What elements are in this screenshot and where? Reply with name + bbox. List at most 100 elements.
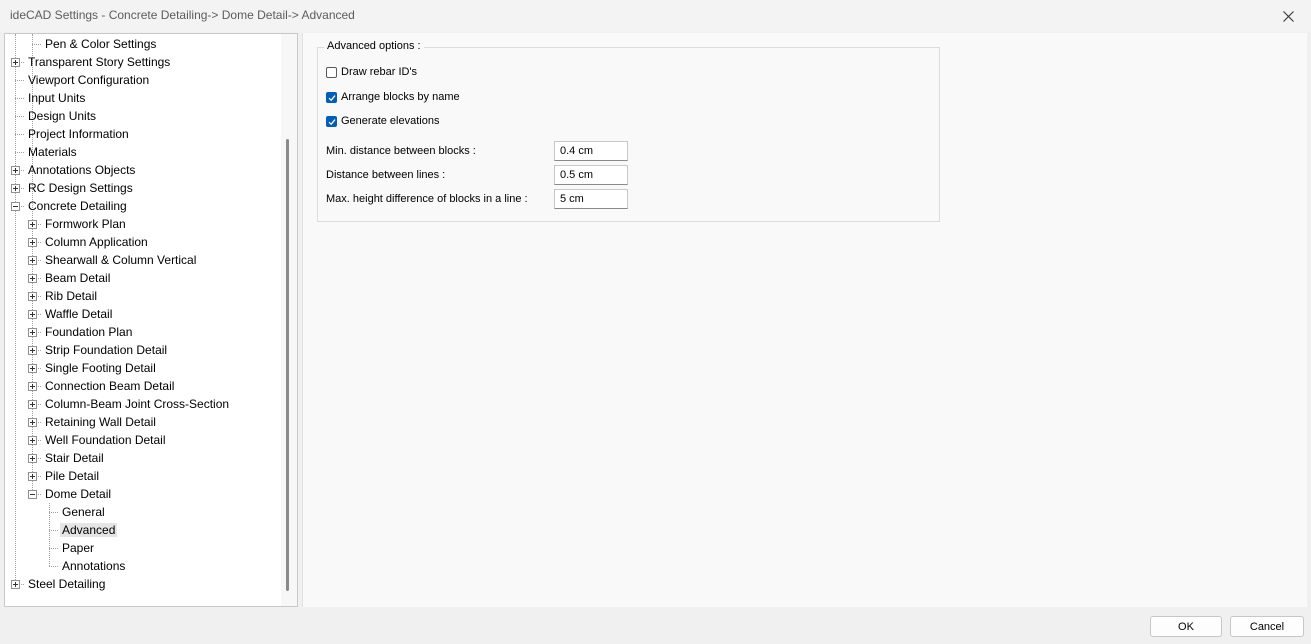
min-distance-input[interactable] — [554, 141, 628, 161]
tree-item[interactable]: Strip Foundation Detail — [43, 341, 169, 359]
generate-elevations-label: Generate elevations — [341, 115, 440, 127]
tree-expand-icon[interactable] — [28, 346, 37, 355]
tree-expand-icon[interactable] — [28, 472, 37, 481]
tree-item[interactable]: Advanced — [60, 521, 118, 539]
tree-item-label: Column Application — [45, 235, 148, 249]
tree-item-label: Rib Detail — [45, 289, 98, 303]
tree-item-label: Design Units — [28, 109, 97, 123]
tree-expand-icon[interactable] — [28, 238, 37, 247]
tree-item-label: Stair Detail — [45, 451, 104, 465]
tree-item-label: Strip Foundation Detail — [45, 343, 168, 357]
tree-item[interactable]: Design Units — [26, 107, 98, 125]
tree-item[interactable]: Dome Detail — [43, 485, 113, 503]
tree-item-label: Annotations — [62, 559, 126, 573]
draw-rebar-ids-label: Draw rebar ID's — [341, 66, 418, 78]
advanced-options-title: Advanced options : — [324, 40, 424, 52]
generate-elevations-checkbox-row[interactable]: Generate elevations — [326, 113, 439, 129]
tree-expand-icon[interactable] — [28, 400, 37, 409]
tree-item[interactable]: Connection Beam Detail — [43, 377, 176, 395]
tree-item[interactable]: Steel Detailing — [26, 575, 107, 593]
tree-item[interactable]: Column-Beam Joint Cross-Section — [43, 395, 231, 413]
tree-item[interactable]: Materials — [26, 143, 79, 161]
tree-item[interactable]: Stair Detail — [43, 449, 106, 467]
tree-expand-icon[interactable] — [28, 364, 37, 373]
close-icon — [1282, 10, 1294, 22]
tree-expand-icon[interactable] — [28, 292, 37, 301]
tree-expand-icon[interactable] — [11, 58, 20, 67]
max-height-diff-label: Max. height difference of blocks in a li… — [326, 193, 528, 205]
tree-item[interactable]: Annotations — [60, 557, 127, 575]
tree-item[interactable]: Transparent Story Settings — [26, 53, 172, 71]
tree-item[interactable]: Shearwall & Column Vertical — [43, 251, 198, 269]
ok-button[interactable]: OK — [1150, 616, 1222, 637]
tree-item[interactable]: Rib Detail — [43, 287, 99, 305]
tree-item[interactable]: Viewport Configuration — [26, 71, 151, 89]
tree-item-label: Connection Beam Detail — [45, 379, 175, 393]
tree-expand-icon[interactable] — [28, 328, 37, 337]
tree-item[interactable]: Project Information — [26, 125, 131, 143]
tree-item[interactable]: Single Footing Detail — [43, 359, 158, 377]
tree-item-label: Column-Beam Joint Cross-Section — [45, 397, 230, 411]
min-distance-label: Min. distance between blocks : — [326, 145, 476, 157]
tree-expand-icon[interactable] — [11, 580, 20, 589]
tree-item-label: Viewport Configuration — [28, 73, 150, 87]
distance-lines-label: Distance between lines : — [326, 169, 446, 181]
tree-item[interactable]: General — [60, 503, 107, 521]
tree-item[interactable]: Well Foundation Detail — [43, 431, 168, 449]
tree-item[interactable]: Input Units — [26, 89, 87, 107]
tree-expand-icon[interactable] — [28, 454, 37, 463]
tree-expand-icon[interactable] — [28, 418, 37, 427]
cancel-button[interactable]: Cancel — [1230, 616, 1304, 637]
window-title: ideCAD Settings - Concrete Detailing-> D… — [10, 8, 355, 22]
tree-expand-icon[interactable] — [11, 184, 20, 193]
advanced-options-group: Advanced options : Draw rebar ID's Arran… — [317, 40, 940, 222]
arrange-blocks-checkbox[interactable] — [326, 91, 337, 103]
tree-expand-icon[interactable] — [28, 256, 37, 265]
tree-item-label: Well Foundation Detail — [45, 433, 166, 447]
tree-item-label: Beam Detail — [45, 271, 111, 285]
arrange-blocks-checkbox-row[interactable]: Arrange blocks by name — [326, 89, 460, 105]
tree-item[interactable]: Concrete Detailing — [26, 197, 129, 215]
tree-expand-icon[interactable] — [28, 220, 37, 229]
tree-item[interactable]: RC Design Settings — [26, 179, 135, 197]
tree-item[interactable]: Beam Detail — [43, 269, 112, 287]
tree-expand-icon[interactable] — [28, 310, 37, 319]
tree-scrollbar[interactable] — [281, 34, 297, 606]
close-button[interactable] — [1265, 0, 1311, 32]
tree-item[interactable]: Pile Detail — [43, 467, 101, 485]
tree-expand-icon[interactable] — [28, 274, 37, 283]
tree-expand-icon[interactable] — [28, 436, 37, 445]
distance-lines-input[interactable] — [554, 165, 628, 185]
max-height-diff-input[interactable] — [554, 189, 628, 209]
tree-item-label: RC Design Settings — [28, 181, 133, 195]
settings-content: Advanced options : Draw rebar ID's Arran… — [302, 33, 1307, 607]
tree-item-label: Single Footing Detail — [45, 361, 156, 375]
generate-elevations-checkbox[interactable] — [326, 115, 337, 127]
checkmark-icon — [328, 118, 336, 125]
tree-item-label: Advanced — [60, 523, 118, 537]
tree-item[interactable]: Column Application — [43, 233, 150, 251]
tree-collapse-icon[interactable] — [28, 490, 37, 499]
tree-collapse-icon[interactable] — [11, 202, 20, 211]
tree-item-label: Annotations Objects — [28, 163, 136, 177]
tree-item[interactable]: Pen & Color Settings — [43, 35, 158, 53]
tree-expand-icon[interactable] — [28, 382, 37, 391]
settings-tree[interactable]: Pen & Color Settings Transparent Story Se… — [4, 33, 298, 607]
tree-item[interactable]: Formwork Plan — [43, 215, 128, 233]
checkmark-icon — [328, 94, 336, 101]
tree-item[interactable]: Foundation Plan — [43, 323, 134, 341]
tree-item[interactable]: Annotations Objects — [26, 161, 137, 179]
tree-item-label: Steel Detailing — [28, 577, 106, 591]
tree-item[interactable]: Paper — [60, 539, 96, 557]
tree-item-label: Dome Detail — [45, 487, 112, 501]
tree-item-label: Transparent Story Settings — [28, 55, 171, 69]
tree-item[interactable]: Retaining Wall Detail — [43, 413, 158, 431]
draw-rebar-ids-checkbox[interactable] — [326, 66, 337, 78]
tree-item-label: General — [62, 505, 105, 519]
tree-item-label: Pen & Color Settings — [45, 37, 157, 51]
tree-scrollbar-thumb[interactable] — [286, 139, 289, 591]
tree-expand-icon[interactable] — [11, 166, 20, 175]
draw-rebar-ids-checkbox-row[interactable]: Draw rebar ID's — [326, 64, 417, 80]
tree-item[interactable]: Waffle Detail — [43, 305, 114, 323]
tree-item-label: Materials — [28, 145, 77, 159]
